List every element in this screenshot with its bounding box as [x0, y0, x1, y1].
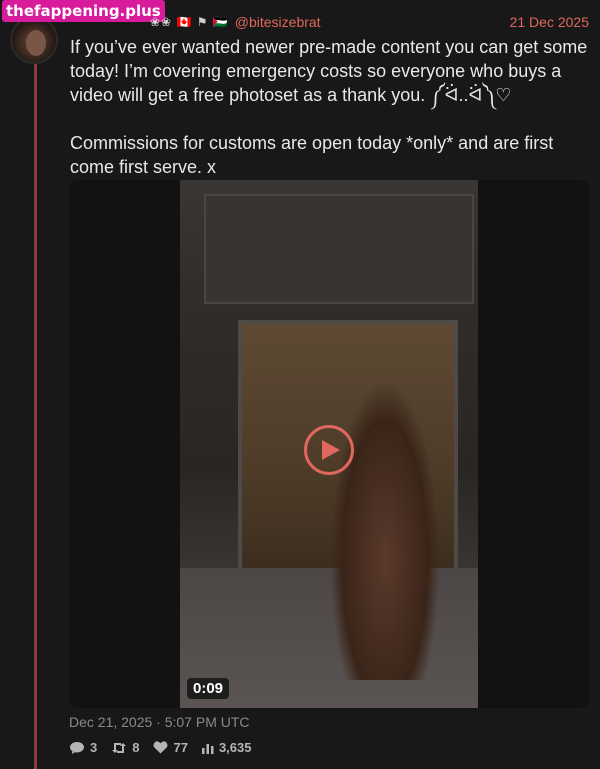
- tweet-timestamp[interactable]: Dec 21, 2025 · 5:07 PM UTC: [69, 714, 250, 730]
- reply-stat[interactable]: 3: [69, 740, 97, 755]
- retweet-stat[interactable]: 8: [111, 740, 139, 755]
- thread-line: [34, 64, 37, 769]
- retweet-count: 8: [132, 740, 140, 755]
- reply-count: 3: [90, 740, 98, 755]
- play-icon: [322, 440, 340, 460]
- tweet-stats: 3 8 77 3,635: [69, 740, 251, 755]
- tweet-paragraph: Commissions for customs are open today *…: [70, 133, 554, 177]
- display-name-flags: ❀❀ 🇨🇦 ⚑ 🇵🇸: [150, 15, 229, 29]
- user-handle[interactable]: @bitesizebrat: [235, 14, 321, 30]
- views-chart-icon: [201, 743, 214, 754]
- heart-icon: [154, 741, 168, 754]
- like-stat[interactable]: 77: [153, 740, 188, 755]
- play-button[interactable]: [304, 425, 354, 475]
- video-duration: 0:09: [187, 678, 230, 699]
- avatar[interactable]: [10, 16, 58, 64]
- comment-icon: [70, 741, 84, 754]
- tweet-paragraph: If you’ve ever wanted newer pre-made con…: [70, 37, 588, 105]
- view-count: 3,635: [218, 740, 252, 755]
- tweet-body: If you’ve ever wanted newer pre-made con…: [70, 35, 592, 179]
- thumbnail-figure: [330, 380, 440, 680]
- thumbnail-wall-panel: [204, 194, 474, 304]
- retweet-icon: [112, 742, 127, 753]
- tweet-date[interactable]: 21 Dec 2025: [510, 14, 589, 30]
- video-player[interactable]: 0:09: [69, 180, 589, 708]
- tweet-header: ❀❀ 🇨🇦 ⚑ 🇵🇸 @bitesizebrat 21 Dec 2025: [70, 12, 589, 32]
- like-count: 77: [173, 740, 188, 755]
- avatar-face: [26, 30, 46, 56]
- views-stat[interactable]: 3,635: [201, 740, 252, 755]
